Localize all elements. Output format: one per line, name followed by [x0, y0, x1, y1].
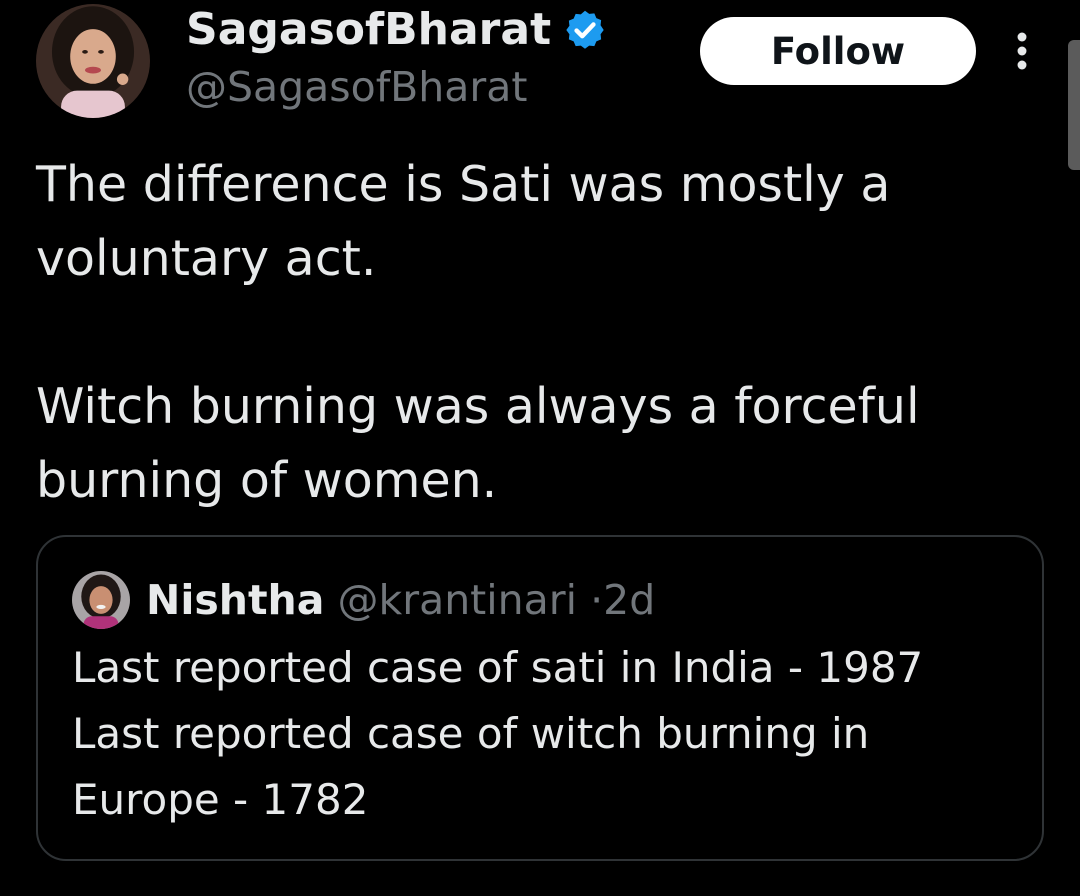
quoted-author-name[interactable]: Nishtha — [146, 576, 324, 624]
quoted-tweet-card[interactable]: Nishtha @krantinari ·2d Last reported ca… — [36, 535, 1044, 861]
author-avatar[interactable] — [36, 4, 150, 118]
avatar-photo — [36, 4, 150, 118]
quoted-line: Last reported case of sati in India - 19… — [72, 643, 924, 692]
follow-button[interactable]: Follow — [700, 17, 976, 85]
author-handle[interactable]: @SagasofBharat — [186, 62, 527, 112]
scrollbar[interactable] — [1068, 40, 1080, 170]
quoted-author-handle[interactable]: @krantinari — [337, 576, 577, 624]
quoted-author-avatar — [72, 571, 130, 629]
quoted-avatar-photo — [72, 571, 130, 629]
tweet-paragraph: The difference is Sati was mostly a volu… — [36, 156, 891, 287]
quoted-line: Last reported case of witch burning in E… — [72, 709, 870, 824]
quoted-tweet-text: Last reported case of sati in India - 19… — [72, 635, 1012, 833]
tweet-paragraph: Witch burning was always a forceful burn… — [36, 378, 920, 509]
tweet-text: The difference is Sati was mostly a volu… — [36, 148, 1046, 518]
verified-badge-icon — [563, 8, 607, 52]
author-display-name[interactable]: SagasofBharat — [186, 4, 607, 56]
quoted-tweet-header: Nishtha @krantinari ·2d — [146, 571, 655, 629]
author-name-text: SagasofBharat — [186, 4, 552, 55]
quoted-tweet-age[interactable]: 2d — [603, 576, 655, 624]
separator-dot: · — [590, 576, 604, 624]
more-vertical-icon[interactable] — [1008, 30, 1036, 72]
